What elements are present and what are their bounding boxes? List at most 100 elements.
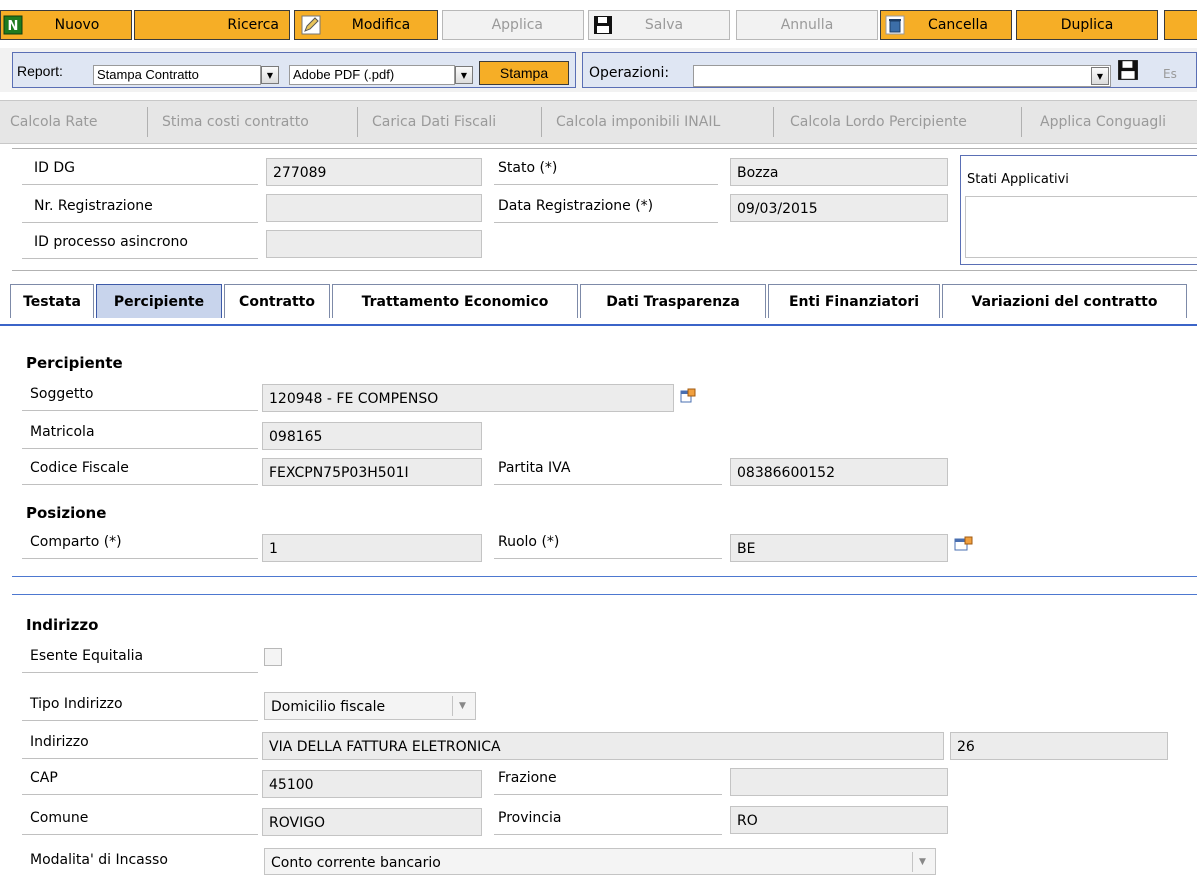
label-underline (494, 184, 718, 185)
comune-field: ROVIGO (262, 808, 482, 836)
stima-costi-button[interactable]: Stima costi contratto (152, 107, 358, 137)
annulla-label: Annulla (780, 17, 834, 33)
tab-contratto-label: Contratto (239, 293, 315, 310)
applica-button[interactable]: Applica (442, 10, 584, 40)
tab-variazioni-contratto[interactable]: Variazioni del contratto (942, 284, 1187, 318)
posizione-section-title: Posizione (26, 504, 107, 522)
tab-enti-finanziatori[interactable]: Enti Finanziatori (768, 284, 940, 318)
salva-label: Salva (644, 17, 684, 33)
carica-dati-fiscali-button[interactable]: Carica Dati Fiscali (362, 107, 542, 137)
section-divider (12, 576, 1197, 577)
frazione-label: Frazione (498, 770, 557, 786)
tab-trattamento-economico-label: Trattamento Economico (361, 293, 549, 310)
data-registrazione-value: 09/03/2015 (737, 201, 818, 217)
modalita-incasso-dropdown-button[interactable]: ▼ (912, 852, 932, 872)
stampa-button[interactable]: Stampa (479, 61, 569, 85)
cancella-button[interactable]: Cancella (880, 10, 1012, 40)
stampa-label: Stampa (499, 65, 549, 81)
chevron-down-icon: ▼ (266, 70, 274, 80)
tab-trattamento-economico[interactable]: Trattamento Economico (332, 284, 578, 318)
label-underline (494, 484, 722, 485)
stato-value: Bozza (737, 165, 779, 181)
label-underline (494, 794, 722, 795)
stima-costi-label: Stima costi contratto (162, 114, 309, 130)
operazioni-dropdown-button[interactable]: ▼ (1091, 67, 1109, 85)
report-group: Report: Stampa Contratto ▼ Adobe PDF (.p… (12, 52, 576, 88)
modifica-button[interactable]: Modifica (294, 10, 438, 40)
label-underline (22, 672, 258, 673)
indirizzo-label: Indirizzo (30, 734, 89, 750)
label-underline (22, 258, 258, 259)
partita-iva-label: Partita IVA (498, 460, 571, 476)
more-toolbar-button[interactable] (1164, 10, 1197, 40)
calcola-rate-button[interactable]: Calcola Rate (0, 107, 148, 137)
tab-contratto[interactable]: Contratto (224, 284, 330, 318)
modalita-incasso-select[interactable]: Conto corrente bancario (264, 848, 936, 875)
id-processo-label: ID processo asincrono (34, 234, 188, 250)
codice-fiscale-label: Codice Fiscale (30, 460, 129, 476)
carica-dati-fiscali-label: Carica Dati Fiscali (372, 114, 497, 130)
report-dropdown-button[interactable]: ▼ (261, 66, 279, 84)
esegui-button[interactable]: Es (1163, 67, 1177, 81)
comune-value: ROVIGO (269, 815, 326, 831)
lookup-icon[interactable] (954, 536, 974, 552)
label-underline (494, 558, 722, 559)
duplica-button[interactable]: Duplica (1016, 10, 1158, 40)
floppy-disk-icon (594, 16, 612, 34)
operazioni-select[interactable] (693, 65, 1111, 87)
data-registrazione-label: Data Registrazione (*) (498, 198, 654, 214)
calcola-imponibili-label: Calcola imponibili INAIL (556, 114, 721, 130)
tipo-indirizzo-dropdown-button[interactable]: ▼ (452, 696, 472, 716)
indirizzo-section-title: Indirizzo (26, 616, 99, 634)
floppy-disk-icon[interactable] (1117, 59, 1139, 81)
comune-label: Comune (30, 810, 89, 826)
id-processo-field (266, 230, 482, 258)
nr-registrazione-label: Nr. Registrazione (34, 198, 153, 214)
label-underline (22, 184, 258, 185)
chevron-down-icon: ▼ (919, 857, 926, 867)
provincia-field: RO (730, 806, 948, 834)
report-select[interactable]: Stampa Contratto (93, 65, 261, 85)
report-toolbar: Report: Stampa Contratto ▼ Adobe PDF (.p… (0, 48, 1197, 92)
modalita-incasso-value: Conto corrente bancario (271, 855, 441, 871)
label-underline (22, 410, 258, 411)
label-underline (494, 834, 722, 835)
stati-applicativi-list[interactable] (965, 196, 1197, 258)
new-document-icon: N (3, 15, 23, 35)
calcola-lordo-button[interactable]: Calcola Lordo Percipiente (780, 107, 1022, 137)
esente-equitalia-checkbox[interactable] (264, 648, 282, 666)
duplica-label: Duplica (1060, 17, 1114, 33)
report-label: Report: (17, 63, 63, 79)
tab-dati-trasparenza[interactable]: Dati Trasparenza (580, 284, 766, 318)
format-select[interactable]: Adobe PDF (.pdf) (289, 65, 455, 85)
nuovo-button[interactable]: N Nuovo (0, 10, 132, 40)
label-underline (494, 222, 718, 223)
report-select-value: Stampa Contratto (97, 67, 199, 82)
partita-iva-field: 08386600152 (730, 458, 948, 486)
comparto-label: Comparto (*) (30, 534, 122, 550)
cap-field: 45100 (262, 770, 482, 798)
modalita-incasso-label: Modalita' di Incasso (30, 852, 168, 868)
calcola-rate-label: Calcola Rate (10, 114, 98, 130)
lookup-icon[interactable] (680, 388, 696, 404)
tab-percipiente[interactable]: Percipiente (96, 284, 222, 318)
main-toolbar: N Nuovo Ricerca Modifica Applica Salva A… (0, 0, 1197, 48)
tab-underline (0, 324, 1197, 326)
stati-applicativi-panel: Stati Applicativi (960, 155, 1197, 265)
tab-testata[interactable]: Testata (10, 284, 94, 318)
format-dropdown-button[interactable]: ▼ (455, 66, 473, 84)
modifica-label: Modifica (351, 17, 411, 33)
tab-testata-label: Testata (23, 293, 81, 310)
salva-button[interactable]: Salva (588, 10, 730, 40)
tipo-indirizzo-select[interactable]: Domicilio fiscale (264, 692, 476, 720)
ruolo-value: BE (737, 541, 756, 557)
ricerca-button[interactable]: Ricerca (134, 10, 290, 40)
operazioni-label: Operazioni: (589, 65, 670, 81)
id-dg-field: 277089 (266, 158, 482, 186)
calcola-imponibili-button[interactable]: Calcola imponibili INAIL (546, 107, 774, 137)
label-underline (22, 794, 258, 795)
header-divider (12, 148, 1197, 149)
stati-applicativi-title: Stati Applicativi (967, 172, 1069, 187)
applica-conguagli-button[interactable]: Applica Conguagli (1030, 107, 1197, 137)
annulla-button[interactable]: Annulla (736, 10, 878, 40)
